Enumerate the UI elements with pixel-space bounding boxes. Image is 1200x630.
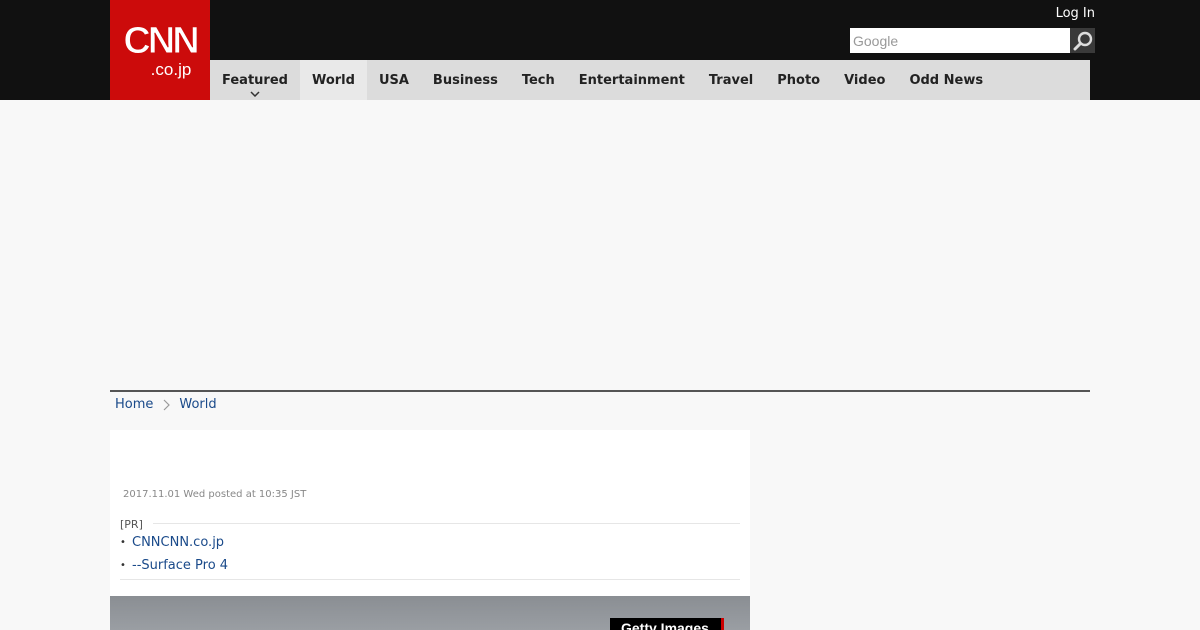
ad-area [110,100,1090,390]
bullet-icon: • [120,560,126,571]
cnn-logo[interactable]: CNN .co.jp [110,0,210,100]
nav-item-business[interactable]: Business [421,60,510,100]
login-link[interactable]: Log In [1056,6,1095,21]
pr-list-item: • --Surface Pro 4 [120,554,228,577]
nav-item-world[interactable]: World [299,60,367,100]
pr-divider [153,523,740,524]
pr-link[interactable]: CNNCNN.co.jp [132,535,224,550]
section-divider [110,390,1090,392]
nav-item-label: Photo [777,72,821,88]
nav-item-label: Tech [521,72,555,88]
nav-item-usa[interactable]: USA [367,60,421,100]
logo-main-text: CNN [123,20,200,62]
logo-sub-text: .co.jp [150,60,192,79]
search-input[interactable] [850,28,1070,53]
breadcrumb: Home World [115,397,217,412]
photo-credit: Getty Images [610,618,724,630]
nav-item-label: Business [432,72,498,88]
article-card: 2017.11.01 Wed posted at 10:35 JST [PR] … [110,430,750,630]
nav-item-label: Video [844,72,886,88]
chevron-right-icon [163,399,171,410]
pr-link[interactable]: --Surface Pro 4 [132,558,228,573]
pr-label: [PR] [120,518,143,531]
nav-item-label: Featured [222,72,288,88]
pr-list-item: • CNNCNN.co.jp [120,531,228,554]
article-photo: Getty Images [110,596,750,630]
nav-item-label: Travel [708,72,754,88]
nav-item-label: World [311,72,355,88]
nav-item-video[interactable]: Video [832,60,897,100]
chevron-down-icon [250,91,260,97]
nav-item-entertainment[interactable]: Entertainment [567,60,697,100]
nav-item-label: Entertainment [578,72,685,88]
pr-list: • CNNCNN.co.jp • --Surface Pro 4 [120,531,228,577]
nav-item-photo[interactable]: Photo [765,60,832,100]
nav-item-label: Odd News [909,72,984,88]
search-icon [1073,31,1092,50]
nav-item-tech[interactable]: Tech [510,60,567,100]
search-button[interactable] [1070,28,1095,53]
article-timestamp: 2017.11.01 Wed posted at 10:35 JST [123,489,307,500]
nav-item-travel[interactable]: Travel [697,60,765,100]
main-nav: Featured World USA Business Tech Enterta… [210,60,1090,100]
breadcrumb-home[interactable]: Home [115,397,153,412]
breadcrumb-world[interactable]: World [179,397,216,412]
nav-item-featured[interactable]: Featured [210,60,300,100]
nav-item-label: USA [378,72,409,88]
bullet-icon: • [120,537,126,548]
nav-item-odd-news[interactable]: Odd News [897,60,995,100]
pr-divider [120,579,740,580]
